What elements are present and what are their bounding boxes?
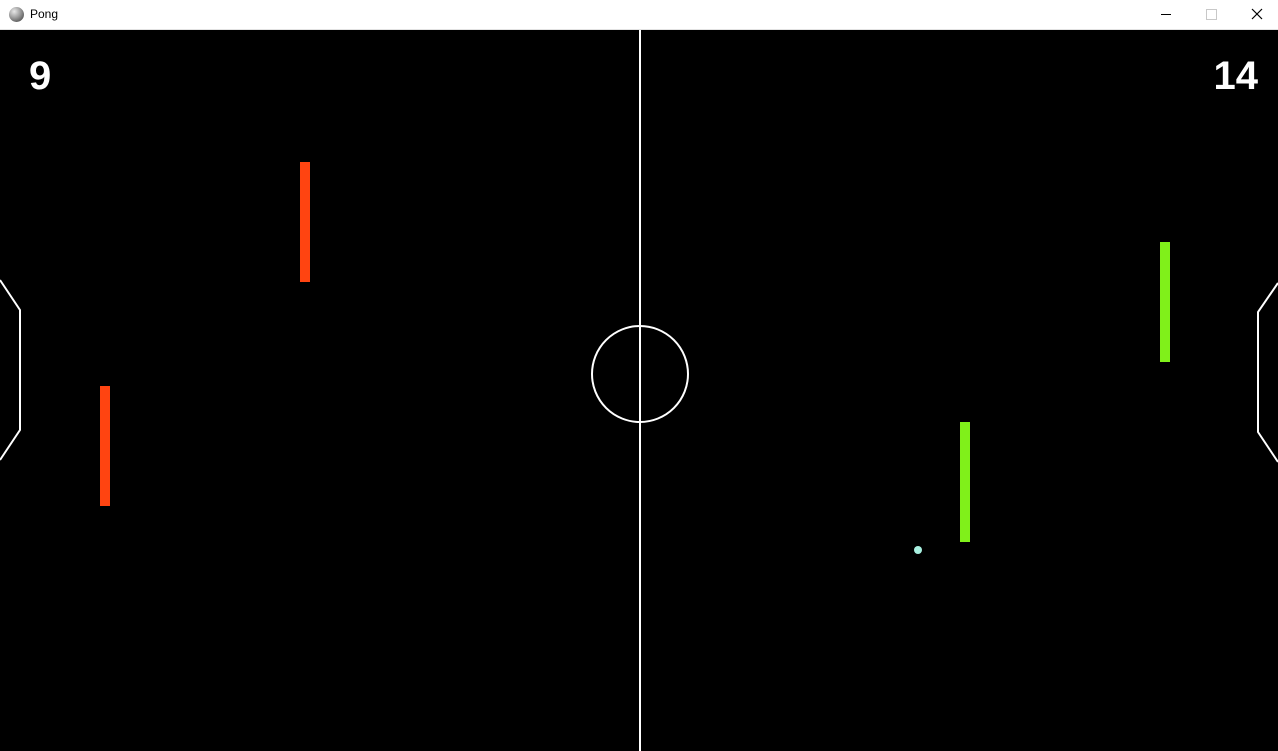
pong-window: Pong 9 14: [0, 0, 1278, 751]
left-score: 9: [29, 54, 52, 98]
right-score: 14: [1213, 54, 1259, 98]
left-forward-paddle: [300, 162, 310, 282]
right-goalkeeper-paddle: [1160, 242, 1170, 362]
close-button[interactable]: [1234, 0, 1278, 29]
right-forward-paddle: [960, 422, 970, 542]
left-goal: [0, 279, 21, 461]
maximize-button[interactable]: [1188, 0, 1234, 29]
ball: [914, 546, 922, 554]
window-title: Pong: [30, 7, 59, 21]
minimize-button[interactable]: [1142, 0, 1188, 29]
maximize-icon: [1206, 9, 1217, 20]
left-goalkeeper-paddle: [100, 386, 110, 506]
field-markings: [0, 30, 1278, 751]
title-bar[interactable]: Pong: [0, 0, 1278, 30]
pong-ball-icon: [9, 7, 24, 22]
close-icon: [1251, 8, 1263, 20]
game-field[interactable]: 9 14: [0, 30, 1278, 751]
minimize-icon: [1161, 14, 1171, 15]
right-goal: [1257, 282, 1278, 463]
